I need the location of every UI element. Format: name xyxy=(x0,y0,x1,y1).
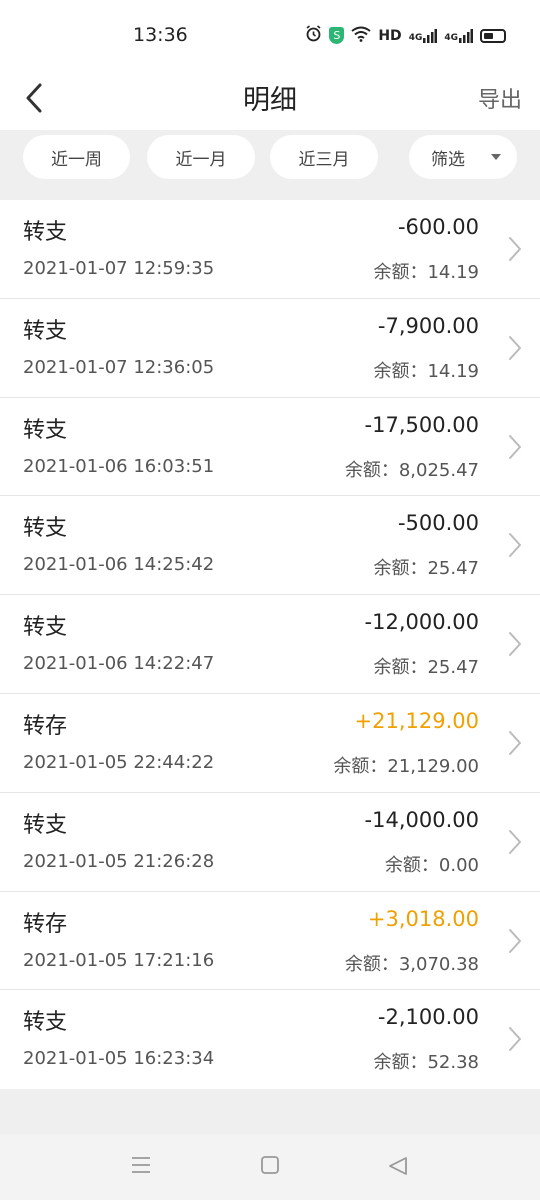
hd-indicator: HD xyxy=(378,27,402,44)
transaction-type: 转存 xyxy=(23,911,68,937)
transaction-amount: -17,500.00 xyxy=(364,412,479,437)
caret-down-icon xyxy=(491,154,501,160)
transaction-time: 2021-01-05 21:26:28 xyxy=(23,850,215,872)
signal-icon-2: 4G xyxy=(444,28,473,43)
status-time: 13:36 xyxy=(133,24,188,46)
transaction-balance: 余额：8,025.47 xyxy=(344,459,479,481)
transaction-amount: -2,100.00 xyxy=(377,1005,479,1030)
chevron-right-icon xyxy=(508,335,522,365)
transaction-time: 2021-01-05 16:23:34 xyxy=(23,1048,215,1070)
transaction-balance: 余额：0.00 xyxy=(384,854,479,876)
transaction-row[interactable]: 转支 2021-01-06 14:22:47 -12,000.00 余额：25.47 xyxy=(0,595,540,694)
transaction-row[interactable]: 转存 2021-01-05 17:21:16 +3,018.00 余额：3,070.3… xyxy=(0,892,540,991)
transaction-row[interactable]: 转支 2021-01-06 14:25:42 -500.00 余额：25.47 xyxy=(0,496,540,596)
filter-dropdown-label: 筛选 xyxy=(431,149,465,170)
status-icons: S HD 4G 4G xyxy=(305,25,506,46)
chevron-right-icon xyxy=(508,236,522,266)
transaction-balance: 余额：21,129.00 xyxy=(333,755,479,777)
transaction-time: 2021-01-07 12:59:35 xyxy=(23,258,215,279)
page-title: 明细 xyxy=(243,85,297,116)
alarm-icon xyxy=(305,25,322,46)
status-bar: 13:36 S HD 4G 4G xyxy=(0,0,540,70)
system-nav-bar xyxy=(0,1134,540,1200)
transaction-balance: 余额：25.47 xyxy=(373,657,479,679)
signal-icon-1: 4G xyxy=(408,28,438,43)
chevron-right-icon xyxy=(508,829,522,859)
net-type-1: 4G xyxy=(408,32,423,43)
filter-chip-three-months[interactable]: 近三月 xyxy=(270,135,378,179)
chevron-right-icon xyxy=(508,1026,522,1056)
transaction-amount: -600.00 xyxy=(397,215,479,239)
transaction-time: 2021-01-05 17:21:16 xyxy=(23,949,215,971)
transaction-row[interactable]: 转支 2021-01-07 12:36:05 -7,900.00 余额：14.19 xyxy=(0,299,540,398)
transaction-list: 转支 2021-01-07 12:59:35 -600.00 余额：14.19 转支 20… xyxy=(0,200,540,1090)
export-button[interactable]: 导出 xyxy=(478,82,522,114)
filter-chip-month[interactable]: 近一月 xyxy=(147,135,255,179)
transaction-time: 2021-01-05 22:44:22 xyxy=(23,751,215,773)
transaction-type: 转支 xyxy=(23,615,68,641)
transaction-balance: 余额：52.38 xyxy=(373,1052,479,1074)
chevron-right-icon xyxy=(508,928,522,958)
chevron-right-icon xyxy=(508,730,522,760)
transaction-type: 转支 xyxy=(23,220,68,245)
transaction-time: 2021-01-06 14:22:47 xyxy=(23,653,215,675)
transaction-row[interactable]: 转支 2021-01-06 16:03:51 -17,500.00 余额：8,025.… xyxy=(0,398,540,497)
transaction-amount: -7,900.00 xyxy=(377,313,479,338)
transaction-row[interactable]: 转支 2021-01-05 16:23:34 -2,100.00 余额：52.38 xyxy=(0,990,540,1089)
transaction-time: 2021-01-06 14:25:42 xyxy=(23,554,215,576)
transaction-amount: -12,000.00 xyxy=(364,610,479,635)
transaction-time: 2021-01-06 16:03:51 xyxy=(23,455,215,477)
filter-dropdown[interactable]: 筛选 xyxy=(409,135,517,179)
transaction-type: 转支 xyxy=(23,516,68,542)
filter-bar: 近一周 近一月 近三月 筛选 xyxy=(0,130,540,200)
transaction-row[interactable]: 转支 2021-01-05 21:26:28 -14,000.00 余额：0.00 xyxy=(0,793,540,892)
filter-chip-week[interactable]: 近一周 xyxy=(23,135,130,179)
transaction-amount: -500.00 xyxy=(397,511,479,536)
transaction-type: 转支 xyxy=(23,812,68,838)
transaction-type: 转支 xyxy=(23,318,68,344)
battery-icon xyxy=(480,28,506,43)
back-triangle-icon[interactable] xyxy=(388,1156,408,1180)
net-type-2: 4G xyxy=(444,32,458,43)
transaction-balance: 余额：14.19 xyxy=(373,262,479,283)
transaction-balance: 余额：25.47 xyxy=(373,558,479,580)
transaction-amount: +21,129.00 xyxy=(354,708,479,733)
transaction-balance: 余额：3,070.38 xyxy=(344,953,479,975)
home-square-icon[interactable] xyxy=(261,1156,279,1178)
transaction-type: 转支 xyxy=(23,417,68,443)
chevron-right-icon xyxy=(508,631,522,661)
transaction-type: 转存 xyxy=(23,713,68,739)
transaction-type: 转支 xyxy=(23,1010,68,1036)
transaction-amount: -14,000.00 xyxy=(364,807,479,832)
menu-icon[interactable] xyxy=(131,1156,151,1178)
wifi-icon xyxy=(351,26,371,46)
transaction-balance: 余额：14.19 xyxy=(373,360,479,382)
transaction-row[interactable]: 转支 2021-01-07 12:59:35 -600.00 余额：14.19 xyxy=(0,200,540,299)
chevron-right-icon xyxy=(508,532,522,562)
transaction-time: 2021-01-07 12:36:05 xyxy=(23,356,215,378)
transaction-amount: +3,018.00 xyxy=(367,906,479,931)
security-shield-icon: S xyxy=(329,27,345,44)
transaction-row[interactable]: 转存 2021-01-05 22:44:22 +21,129.00 余额：21,129… xyxy=(0,694,540,793)
chevron-right-icon xyxy=(508,434,522,464)
header-bar: 明细 导出 xyxy=(0,70,540,130)
